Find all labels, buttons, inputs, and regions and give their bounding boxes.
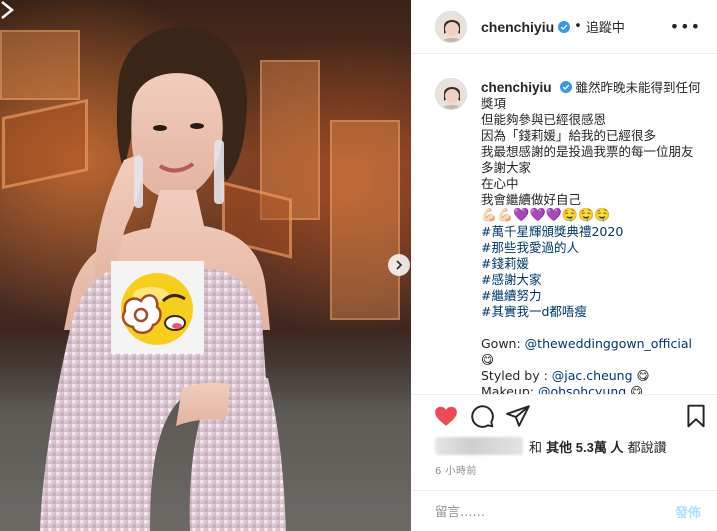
likes-prefix: 和 — [529, 440, 547, 456]
censor-emoji-sticker — [111, 261, 204, 354]
caption-line: 在心中 — [481, 176, 519, 191]
corner-arrow-icon — [0, 0, 15, 20]
avatar[interactable] — [435, 78, 467, 110]
post-sidebar: chenchiyiu • 追蹤中 ••• chenchiyiu 雖然昨晚未能得到… — [411, 0, 717, 531]
credit-label: Styled by : — [481, 368, 552, 383]
save-button[interactable] — [683, 403, 709, 429]
credit-label: Gown: — [481, 336, 525, 351]
share-icon — [506, 405, 530, 427]
caption-text: chenchiyiu 雖然昨晚未能得到任何獎項 但能夠參與已經很感恩 因為「錢莉… — [481, 80, 707, 394]
following-button[interactable]: 追蹤中 — [586, 17, 625, 36]
post-photo[interactable] — [0, 0, 411, 531]
woman-figure — [40, 26, 286, 531]
credit-line: Styled by : @jac.cheung 😋 — [481, 368, 707, 384]
likes-summary: 和 其他 5.3萬 人 都說讚 — [435, 434, 705, 458]
hashtag-link[interactable]: #那些我愛過的人 — [481, 240, 707, 256]
credit-handle-link[interactable]: @theweddinggown_official — [525, 336, 692, 351]
caption-line: 但能夠參與已經很感恩 — [481, 112, 607, 127]
bookmark-icon — [687, 404, 705, 428]
avatar[interactable] — [435, 10, 467, 43]
chevron-right-icon — [396, 260, 403, 270]
post-header: chenchiyiu • 追蹤中 ••• — [411, 0, 717, 54]
comment-form: 發佈 — [411, 490, 717, 531]
caption-line: 多謝大家 — [481, 160, 532, 175]
post-timestamp[interactable]: 6 小時前 — [435, 462, 477, 477]
verified-badge-icon — [559, 81, 572, 93]
hashtag-link[interactable]: #錢莉媛 — [481, 256, 707, 272]
likes-suffix: 都說讚 — [623, 440, 667, 456]
caption-comment: chenchiyiu 雖然昨晚未能得到任何獎項 但能夠參與已經很感恩 因為「錢莉… — [435, 78, 707, 394]
like-button[interactable] — [433, 403, 459, 429]
caption-emoji-row: 💪🏻💪🏻💜💜💜🤤🤤🤤 — [481, 208, 611, 223]
hashtag-link[interactable]: #萬千星輝頒獎典禮2020 — [481, 224, 707, 240]
post-comment-button[interactable]: 發佈 — [675, 502, 701, 521]
credit-line: Makeup: @ohsohcyung 😋 — [481, 384, 707, 394]
more-options-button[interactable]: ••• — [670, 17, 701, 36]
heart-icon — [435, 406, 457, 426]
credit-handle-link[interactable]: @jac.cheung — [552, 368, 633, 383]
action-bar — [411, 394, 717, 434]
comment-icon — [471, 405, 494, 428]
separator-dot: • — [574, 19, 582, 34]
share-button[interactable] — [505, 403, 531, 429]
hashtag-link[interactable]: #其實我一d都唔瘦 — [481, 304, 707, 320]
credit-emoji: 😋 — [630, 384, 644, 394]
caption-line: 我最想感謝的是投過我票的每一位朋友 — [481, 144, 694, 159]
verified-badge-icon — [558, 20, 571, 33]
hashtag-link[interactable]: #繼續努力 — [481, 288, 707, 304]
comment-button[interactable] — [469, 403, 495, 429]
likes-count-link[interactable]: 其他 5.3萬 人 — [546, 440, 623, 455]
credit-handle-link[interactable]: @ohsohcyung — [538, 384, 626, 394]
caption-line: 因為「錢莉媛」給我的已經很多 — [481, 128, 657, 143]
credit-line: Gown: @theweddinggown_official 😋 — [481, 336, 707, 368]
header-username[interactable]: chenchiyiu — [481, 19, 554, 35]
comment-input[interactable] — [435, 503, 675, 519]
credit-label: Makeup: — [481, 384, 538, 394]
caption-username[interactable]: chenchiyiu — [481, 80, 552, 95]
credit-emoji: 😋 — [481, 352, 495, 367]
caption-line: 我會繼續做好自己 — [481, 192, 582, 207]
hashtag-link[interactable]: #感謝大家 — [481, 272, 707, 288]
credit-emoji: 😋 — [636, 368, 650, 383]
caption-area: chenchiyiu 雖然昨晚未能得到任何獎項 但能夠參與已經很感恩 因為「錢莉… — [411, 55, 717, 394]
blurred-username — [435, 437, 523, 455]
next-photo-button[interactable] — [388, 254, 410, 276]
likes-text: 和 其他 5.3萬 人 都說讚 — [529, 437, 667, 456]
